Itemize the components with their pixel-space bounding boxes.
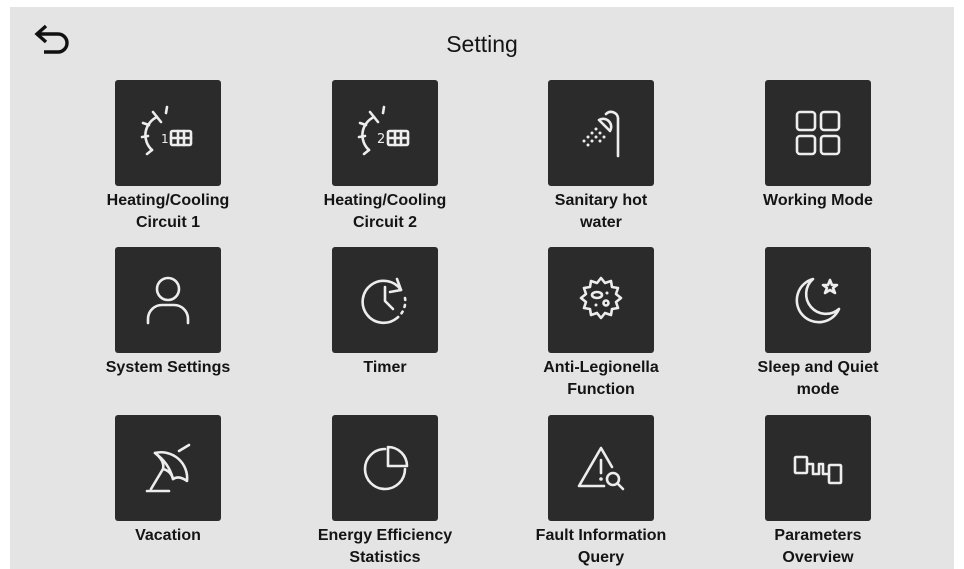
tile-icon-box: [332, 415, 438, 521]
tile-icon-box: [548, 247, 654, 353]
tile-working-mode[interactable]: Working Mode: [718, 80, 918, 212]
tile-icon-box: 1: [115, 80, 221, 186]
tile-icon-box: 2: [332, 80, 438, 186]
tile-label: Sleep and Quiet mode: [757, 359, 879, 398]
tile-sanitary-hot-water[interactable]: Sanitary hot water: [501, 80, 701, 234]
tile-icon-box: [115, 247, 221, 353]
tile-icon-box: [548, 80, 654, 186]
tile-parameters-overview[interactable]: Parameters Overview: [718, 415, 918, 569]
tile-label: Heating/Cooling Circuit 2: [323, 192, 447, 231]
heating-circuit-2-icon: 2: [357, 105, 410, 156]
tile-fault-information-query[interactable]: Fault Information Query: [501, 415, 701, 569]
pie-chart-icon: [363, 445, 409, 491]
page-title: Setting: [446, 31, 518, 57]
tile-icon-box: [765, 415, 871, 521]
tile-icon-box: [765, 80, 871, 186]
user-icon: [146, 276, 190, 325]
heating-circuit-1-icon: 1: [140, 105, 193, 156]
tile-label: Energy Efficiency Statistics: [317, 527, 453, 566]
parameters-icon: [793, 455, 843, 485]
tile-label: Working Mode: [763, 192, 873, 209]
tile-label: Vacation: [135, 527, 201, 544]
tile-icon-box: [765, 247, 871, 353]
tile-label: System Settings: [105, 359, 231, 376]
tile-label: Timer: [363, 359, 407, 376]
grid-icon: [795, 110, 841, 156]
tile-label: Heating/Cooling Circuit 1: [106, 192, 230, 231]
tile-energy-efficiency-statistics[interactable]: Energy Efficiency Statistics: [285, 415, 485, 569]
tile-icon-box: [115, 415, 221, 521]
tile-sleep-quiet-mode[interactable]: Sleep and Quiet mode: [718, 247, 918, 401]
warning-search-icon: [577, 446, 625, 491]
tile-icon-box: [548, 415, 654, 521]
settings-screen: Setting 1 Heating/Cooling Circuit 1 2 He…: [10, 7, 954, 569]
tile-timer[interactable]: Timer: [285, 247, 485, 379]
clock-icon: [361, 277, 407, 325]
bacteria-icon: [579, 276, 623, 320]
tile-label: Sanitary hot water: [554, 192, 648, 231]
tile-label: Parameters Overview: [774, 527, 862, 566]
tile-anti-legionella[interactable]: Anti-Legionella Function: [501, 247, 701, 401]
tile-label: Fault Information Query: [535, 527, 667, 566]
tile-label: Anti-Legionella Function: [543, 359, 659, 398]
umbrella-icon: [145, 443, 191, 493]
circuit-number: 2: [377, 132, 385, 147]
tile-icon-box: [332, 247, 438, 353]
shower-icon: [582, 110, 620, 158]
tile-system-settings[interactable]: System Settings: [68, 247, 268, 379]
moon-star-icon: [795, 277, 841, 324]
tile-vacation[interactable]: Vacation: [68, 415, 268, 547]
circuit-number: 1: [161, 132, 169, 146]
tile-heating-cooling-circuit-1[interactable]: 1 Heating/Cooling Circuit 1: [68, 80, 268, 234]
tile-heating-cooling-circuit-2[interactable]: 2 Heating/Cooling Circuit 2: [285, 80, 485, 234]
